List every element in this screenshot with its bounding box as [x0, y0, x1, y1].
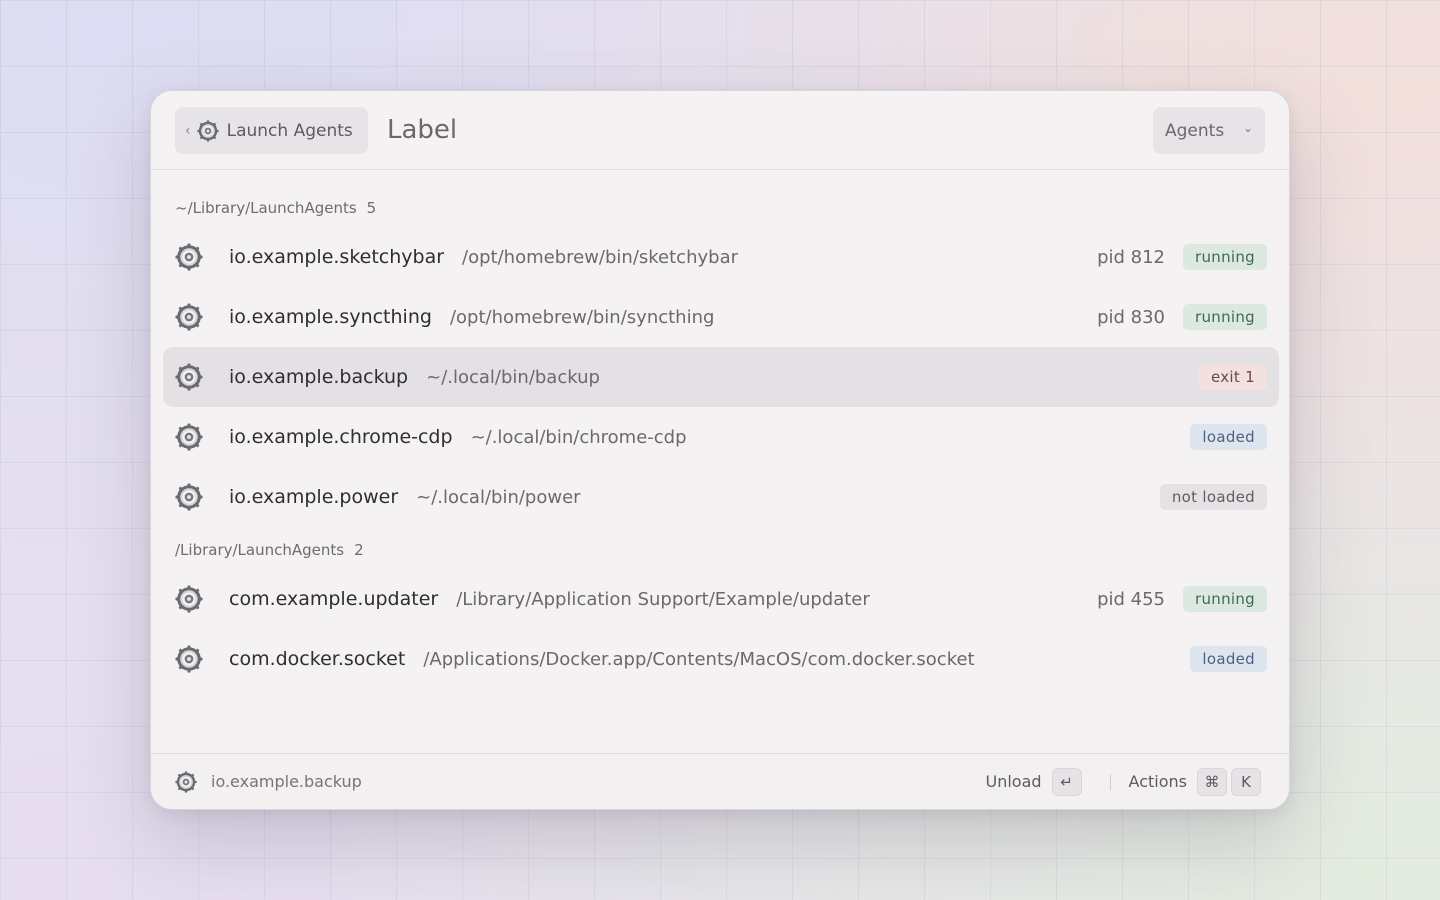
k-key-icon: K	[1231, 767, 1261, 796]
chevron-left-icon: ‹	[185, 122, 191, 139]
item-pid: pid 812	[1097, 246, 1166, 268]
status-badge: running	[1183, 244, 1267, 270]
item-path: /opt/homebrew/bin/sketchybar	[462, 246, 738, 268]
filter-dropdown[interactable]: Agents ⌄	[1153, 107, 1265, 154]
status-badge: loaded	[1190, 424, 1267, 450]
footer-bar: io.example.backup Unload ↵ Actions ⌘ K	[151, 753, 1289, 809]
item-pid: pid 455	[1097, 588, 1166, 610]
gear-icon	[175, 585, 203, 613]
gear-icon	[197, 120, 219, 142]
item-path: /Applications/Docker.app/Contents/MacOS/…	[423, 648, 975, 670]
gear-icon	[175, 243, 203, 271]
status-badge: exit 1	[1198, 364, 1267, 390]
gear-icon	[175, 483, 203, 511]
list-item-selected[interactable]: io.example.backup ~/.local/bin/backup ex…	[163, 347, 1279, 407]
status-badge: not loaded	[1159, 484, 1267, 510]
item-label: com.example.updater	[229, 588, 439, 610]
section-count: 5	[366, 199, 377, 217]
search-field-title[interactable]: Label	[387, 115, 457, 145]
gear-icon	[175, 303, 203, 331]
filter-dropdown-value: Agents	[1165, 120, 1225, 141]
item-pid: pid 830	[1097, 306, 1166, 328]
gear-icon	[175, 771, 197, 793]
item-label: io.example.backup	[229, 366, 409, 388]
footer-selected-label: io.example.backup	[211, 772, 362, 791]
list-item[interactable]: io.example.power ~/.local/bin/power not …	[163, 467, 1279, 527]
gear-icon	[175, 423, 203, 451]
actions-button[interactable]: Actions	[1129, 772, 1187, 791]
command-key-icon: ⌘	[1197, 767, 1227, 796]
back-button[interactable]: ‹ Launch Agents	[175, 107, 368, 154]
launch-agents-window: ‹ Launch Agents Label Agents ⌄ ~/Library…	[150, 90, 1290, 810]
item-path: ~/.local/bin/power	[416, 486, 581, 508]
return-key-icon: ↵	[1051, 767, 1082, 796]
status-badge: loaded	[1190, 646, 1267, 672]
status-badge: running	[1183, 586, 1267, 612]
item-path: /opt/homebrew/bin/syncthing	[449, 306, 715, 328]
list-item[interactable]: io.example.sketchybar /opt/homebrew/bin/…	[163, 227, 1279, 287]
item-label: com.docker.socket	[229, 648, 406, 670]
item-path: ~/.local/bin/backup	[426, 366, 600, 388]
section-count: 2	[354, 541, 364, 559]
item-label: io.example.sketchybar	[229, 246, 445, 268]
section-path: ~/Library/LaunchAgents	[175, 199, 357, 217]
item-label: io.example.power	[229, 486, 399, 508]
list-item[interactable]: io.example.chrome-cdp ~/.local/bin/chrom…	[163, 407, 1279, 467]
chevron-down-icon: ⌄	[1242, 121, 1253, 135]
gear-icon	[175, 645, 203, 673]
item-path: ~/.local/bin/chrome-cdp	[470, 426, 687, 448]
unload-action-button[interactable]: Unload	[986, 772, 1042, 791]
gear-icon	[175, 363, 203, 391]
list-item[interactable]: io.example.syncthing /opt/homebrew/bin/s…	[163, 287, 1279, 347]
item-label: io.example.chrome-cdp	[229, 426, 453, 448]
back-button-label: Launch Agents	[226, 120, 353, 141]
item-label: io.example.syncthing	[229, 306, 432, 328]
section-header-user-launch-agents: ~/Library/LaunchAgents 5	[175, 199, 376, 217]
section-header-system-launch-agents: /Library/LaunchAgents 2	[175, 541, 364, 559]
header: ‹ Launch Agents Label Agents ⌄	[151, 91, 1289, 170]
section-path: /Library/LaunchAgents	[175, 541, 345, 559]
list-item[interactable]: com.docker.socket /Applications/Docker.a…	[163, 629, 1279, 689]
list-item[interactable]: com.example.updater /Library/Application…	[163, 569, 1279, 629]
footer-divider	[1109, 773, 1111, 790]
status-badge: running	[1183, 304, 1267, 330]
item-path: /Library/Application Support/Example/upd…	[456, 588, 870, 610]
